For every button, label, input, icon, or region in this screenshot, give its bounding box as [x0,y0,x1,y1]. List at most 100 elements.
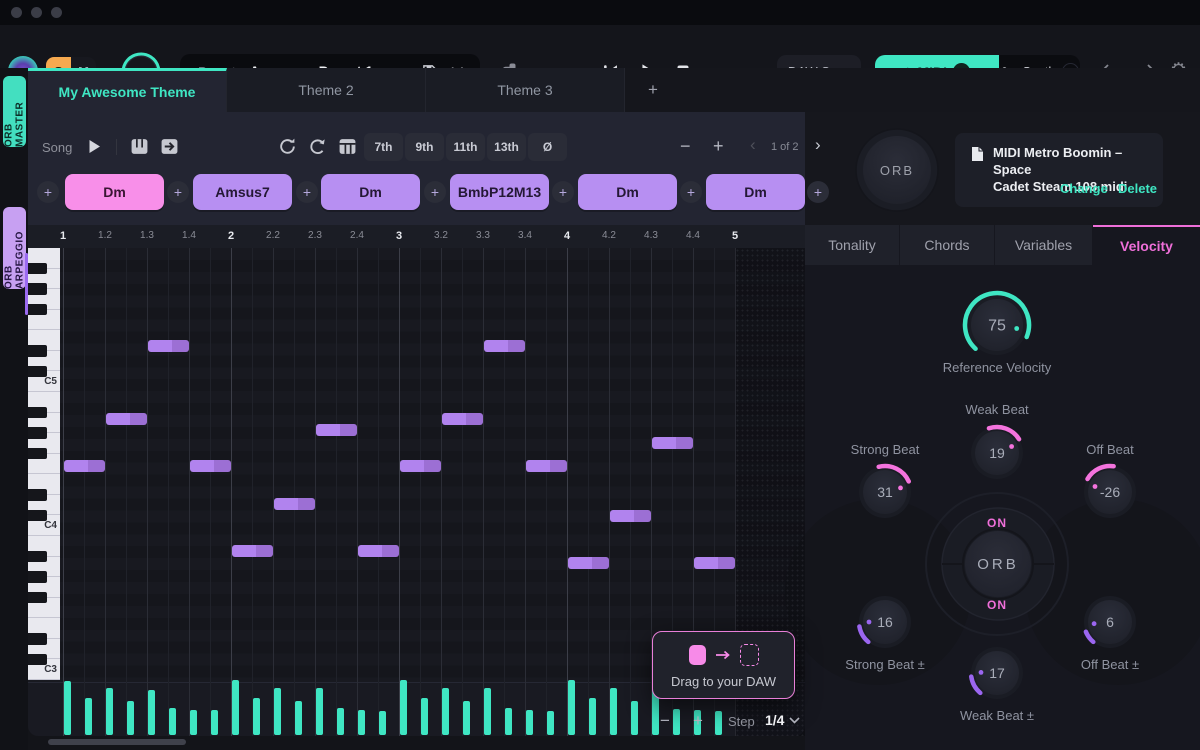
velocity-bar[interactable] [64,681,71,735]
chord-pill-dm[interactable]: Dm [321,174,420,210]
piano-black-key[interactable] [28,304,47,316]
midi-note[interactable] [148,340,189,352]
step-plus-button[interactable]: + [693,711,703,731]
velocity-bar[interactable] [169,708,176,735]
chevron-down-icon[interactable] [789,717,800,724]
velocity-bar[interactable] [442,688,449,735]
piano-black-key[interactable] [28,283,47,295]
tab-velocity[interactable]: Velocity [1093,225,1200,265]
midi-note[interactable] [64,460,105,472]
velocity-bar[interactable] [190,710,197,735]
extension-button-11th[interactable]: 11th [446,133,485,161]
extension-button-7th[interactable]: 7th [364,133,403,161]
midi-note[interactable] [358,545,399,557]
midi-note[interactable] [400,460,441,472]
piano-black-key[interactable] [28,551,47,563]
velocity-bar[interactable] [631,701,638,735]
piano-icon[interactable] [130,137,149,156]
velocity-bar[interactable] [421,698,428,735]
add-chord-button[interactable]: + [424,181,446,203]
add-theme-button[interactable]: + [643,80,663,100]
export-arrow-icon[interactable] [160,137,179,156]
tab-tonality[interactable]: Tonality [805,225,900,265]
piano-black-key[interactable] [28,407,47,419]
midi-delete-link[interactable]: Delete [1118,181,1157,196]
piano-black-key[interactable] [28,427,47,439]
off-knob[interactable]: -26 [1078,460,1142,529]
sidebar-tab-orb-master[interactable]: ORB MASTER [3,76,26,147]
song-orb-knob[interactable]: ORB [854,127,940,218]
piano-black-key[interactable] [28,654,47,666]
velocity-bar[interactable] [316,688,323,735]
strong-pm-knob[interactable]: 16 [853,590,917,659]
velocity-bar[interactable] [232,680,239,735]
piano-black-key[interactable] [28,571,47,583]
midi-note[interactable] [610,510,651,522]
velocity-bar[interactable] [589,698,596,735]
off-pm-knob[interactable]: 6 [1078,590,1142,659]
midi-note[interactable] [484,340,525,352]
horizontal-scrollbar[interactable] [48,739,186,745]
midi-note[interactable] [694,557,735,569]
velocity-bar[interactable] [400,680,407,735]
midi-change-link[interactable]: Change [1060,181,1108,196]
window-dot-1[interactable] [11,7,22,18]
velocity-bar[interactable] [463,701,470,735]
refresh-icon[interactable] [278,137,297,156]
chord-pill-dm[interactable]: Dm [578,174,677,210]
midi-note[interactable] [652,437,693,449]
add-chord-button[interactable]: + [807,181,829,203]
velocity-bar[interactable] [358,710,365,735]
velocity-bar[interactable] [379,711,386,735]
sidebar-tab-orb-arpeggio[interactable]: ORB ARPEGGIO [3,207,26,289]
velocity-bar[interactable] [505,708,512,735]
orb-on-top[interactable]: ON [967,516,1027,530]
piano-black-key[interactable] [28,633,47,645]
extension-button-9th[interactable]: 9th [405,133,444,161]
tab-theme-2[interactable]: Theme 2 [227,68,426,112]
velocity-bar[interactable] [127,701,134,735]
orb-on-bottom[interactable]: ON [967,598,1027,612]
zoom-in-button[interactable]: + [713,136,724,157]
weak-pm-knob[interactable]: 17 [965,641,1029,710]
strong-knob[interactable]: 31 [853,460,917,529]
drag-to-daw-box[interactable]: Drag to your DAW [652,631,795,699]
piano-black-key[interactable] [28,489,47,501]
window-dot-3[interactable] [51,7,62,18]
velocity-bar[interactable] [85,698,92,735]
song-play-icon[interactable] [88,139,101,154]
piano-black-key[interactable] [28,263,47,275]
key-range-indicator[interactable] [25,253,28,315]
midi-note[interactable] [442,413,483,425]
velocity-bar[interactable] [253,698,260,735]
velocity-bar[interactable] [715,711,722,735]
extension-button-ø[interactable]: Ø [528,133,567,161]
velocity-bar[interactable] [547,711,554,735]
tab-theme-3[interactable]: Theme 3 [426,68,625,112]
chord-pill-dm[interactable]: Dm [65,174,164,210]
add-chord-button[interactable]: + [680,181,702,203]
extension-button-13th[interactable]: 13th [487,133,526,161]
velocity-bar[interactable] [274,688,281,735]
tab-chords[interactable]: Chords [900,225,995,265]
weak-knob[interactable]: 19 [965,421,1029,490]
midi-note[interactable] [106,413,147,425]
velocity-bar[interactable] [610,688,617,735]
piano-black-key[interactable] [28,592,47,604]
timeline-ruler[interactable]: 11.21.31.422.22.32.433.23.33.444.24.34.4… [28,225,805,248]
velocity-bar[interactable] [337,708,344,735]
velocity-bar[interactable] [211,710,218,735]
velocity-bar[interactable] [484,688,491,735]
piano-black-key[interactable] [28,345,47,357]
velocity-bar[interactable] [673,709,680,735]
reference-knob[interactable]: 75 [958,286,1036,369]
piano-black-key[interactable] [28,510,47,522]
midi-note[interactable] [316,424,357,436]
add-chord-button[interactable]: + [37,181,59,203]
grid-icon[interactable] [338,137,357,156]
tab-theme-1[interactable]: My Awesome Theme [28,68,227,112]
step-minus-button[interactable]: − [660,711,670,731]
add-chord-button[interactable]: + [167,181,189,203]
velocity-bar[interactable] [526,710,533,735]
chord-pill-dm[interactable]: Dm [706,174,805,210]
